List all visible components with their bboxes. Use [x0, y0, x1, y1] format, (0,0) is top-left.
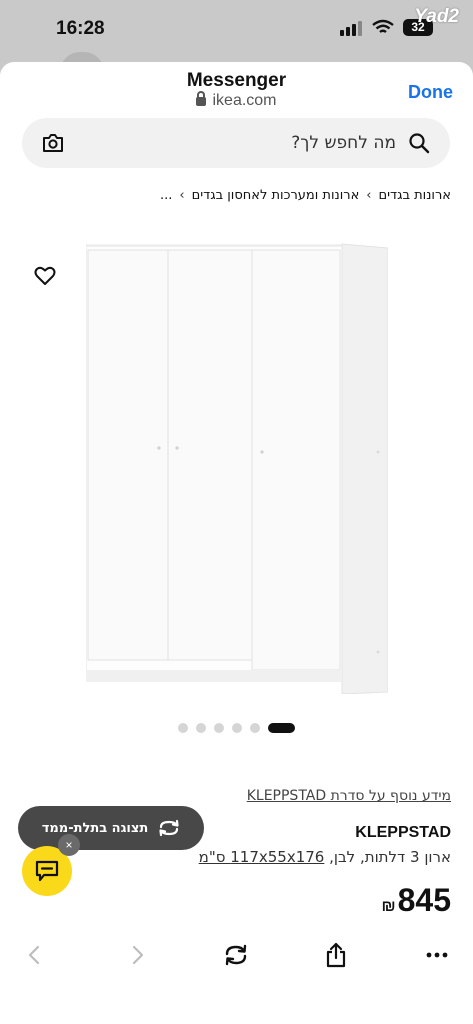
search-bar[interactable] — [22, 118, 450, 168]
pagination-dot[interactable] — [178, 723, 188, 733]
camera-icon[interactable] — [42, 133, 64, 153]
breadcrumb-item-storage[interactable]: ארונות ומערכות לאחסון בגדים — [192, 188, 360, 203]
pagination-dot[interactable] — [250, 723, 260, 733]
product-description: ארון 3 דלתות, לבן, 117x55x176 ס"מ — [199, 848, 451, 866]
sheet-title: Messenger — [186, 70, 287, 91]
product-price: ₪845 — [381, 882, 451, 919]
sheet-header: Messenger ikea.com Done — [0, 62, 473, 118]
more-icon[interactable] — [424, 942, 450, 968]
series-info-link[interactable]: מידע נוסף על סדרת KLEPPSTAD — [247, 788, 451, 804]
share-icon[interactable] — [323, 942, 349, 968]
browser-toolbar — [0, 932, 473, 982]
chat-close-button[interactable]: × — [58, 834, 80, 856]
pagination-dot[interactable] — [196, 723, 206, 733]
chevron-left-icon: › — [366, 188, 372, 203]
pagination-dot[interactable] — [232, 723, 242, 733]
wardrobe-image — [86, 243, 388, 694]
browser-sheet: Messenger ikea.com Done ארונות בגדים › א… — [0, 62, 473, 1024]
pagination-dot-active[interactable] — [268, 723, 295, 733]
rotate-3d-icon — [159, 819, 179, 837]
chevron-left-icon[interactable] — [22, 942, 48, 968]
product-dimensions-link[interactable]: 117x55x176 ס"מ — [199, 848, 325, 866]
url-text: ikea.com — [212, 92, 277, 109]
status-time: 16:28 — [56, 18, 105, 39]
search-icon[interactable] — [408, 132, 430, 154]
status-bar: 16:28 32 Yad2 — [0, 0, 473, 72]
view-3d-label: תצוגה בתלת-ממד — [41, 820, 149, 836]
chevron-right-icon[interactable] — [124, 942, 150, 968]
breadcrumb-item-wardrobes[interactable]: ארונות בגדים — [379, 188, 452, 203]
product-name: KLEPPSTAD — [355, 824, 451, 841]
heart-icon[interactable] — [34, 266, 56, 286]
watermark-logo: Yad2 — [414, 6, 459, 27]
product-description-text: ארון 3 דלתות, לבן, — [329, 848, 451, 866]
view-3d-button[interactable]: תצוגה בתלת-ממד — [18, 806, 204, 850]
cellular-signal-icon — [340, 20, 362, 36]
breadcrumb-item-more[interactable]: ... — [160, 188, 172, 203]
lock-icon — [196, 91, 207, 106]
breadcrumb: ארונות בגדים › ארונות ומערכות לאחסון בגד… — [160, 188, 451, 203]
wifi-icon — [372, 19, 394, 33]
chevron-left-icon: › — [179, 188, 185, 203]
gallery-pagination — [178, 723, 295, 733]
search-input[interactable] — [92, 118, 396, 168]
sheet-url: ikea.com — [0, 91, 473, 110]
reload-icon[interactable] — [223, 942, 249, 968]
price-value: 845 — [397, 882, 451, 918]
done-button[interactable]: Done — [408, 82, 453, 103]
pagination-dot[interactable] — [214, 723, 224, 733]
price-currency: ₪ — [381, 898, 396, 915]
product-image-gallery[interactable]: תצוגה בתלת-ממד — [0, 226, 473, 850]
chat-icon — [35, 860, 59, 882]
